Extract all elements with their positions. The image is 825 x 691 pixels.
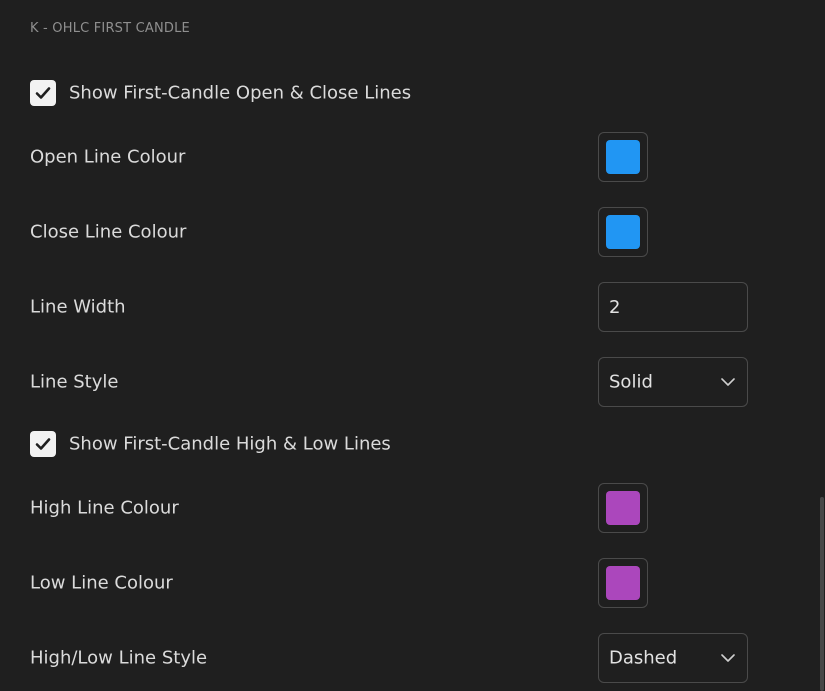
chevron-down-icon [721, 378, 735, 386]
scrollbar[interactable] [819, 0, 825, 691]
close-line-colour-chip [606, 215, 640, 249]
chevron-down-icon [721, 654, 735, 662]
high-line-colour-label: High Line Colour [30, 497, 179, 519]
high-low-toggle-row: Show First-Candle High & Low Lines [30, 419, 819, 469]
line-style-select[interactable]: Solid [598, 357, 748, 407]
line-style-label: Line Style [30, 371, 119, 393]
line-style-value: Solid [609, 371, 653, 393]
check-icon [35, 438, 51, 450]
close-line-colour-label: Close Line Colour [30, 221, 187, 243]
low-line-colour-row: Low Line Colour [30, 558, 819, 608]
open-close-toggle-label: Show First-Candle Open & Close Lines [69, 82, 412, 104]
line-width-label: Line Width [30, 296, 126, 318]
open-line-colour-row: Open Line Colour [30, 132, 819, 182]
line-width-input[interactable] [598, 282, 748, 332]
settings-panel: K - OHLC FIRST CANDLE Show First-Candle … [0, 0, 819, 691]
high-line-colour-swatch[interactable] [598, 483, 648, 533]
line-width-row: Line Width [30, 282, 819, 332]
open-close-toggle-row: Show First-Candle Open & Close Lines [30, 68, 819, 118]
open-line-colour-label: Open Line Colour [30, 146, 186, 168]
low-line-colour-label: Low Line Colour [30, 572, 173, 594]
section-header: K - OHLC FIRST CANDLE [30, 21, 190, 36]
high-line-colour-chip [606, 491, 640, 525]
high-low-line-style-select[interactable]: Dashed [598, 633, 748, 683]
open-close-checkbox[interactable] [30, 80, 56, 106]
open-line-colour-swatch[interactable] [598, 132, 648, 182]
high-low-line-style-value: Dashed [609, 647, 678, 669]
high-low-checkbox[interactable] [30, 431, 56, 457]
high-line-colour-row: High Line Colour [30, 483, 819, 533]
open-line-colour-chip [606, 140, 640, 174]
close-line-colour-swatch[interactable] [598, 207, 648, 257]
low-line-colour-chip [606, 566, 640, 600]
high-low-line-style-label: High/Low Line Style [30, 647, 208, 669]
check-icon [35, 87, 51, 99]
close-line-colour-row: Close Line Colour [30, 207, 819, 257]
high-low-line-style-row: High/Low Line Style Dashed [30, 633, 819, 683]
high-low-toggle-label: Show First-Candle High & Low Lines [69, 433, 391, 455]
low-line-colour-swatch[interactable] [598, 558, 648, 608]
line-style-row: Line Style Solid [30, 357, 819, 407]
scrollbar-thumb[interactable] [820, 497, 824, 691]
